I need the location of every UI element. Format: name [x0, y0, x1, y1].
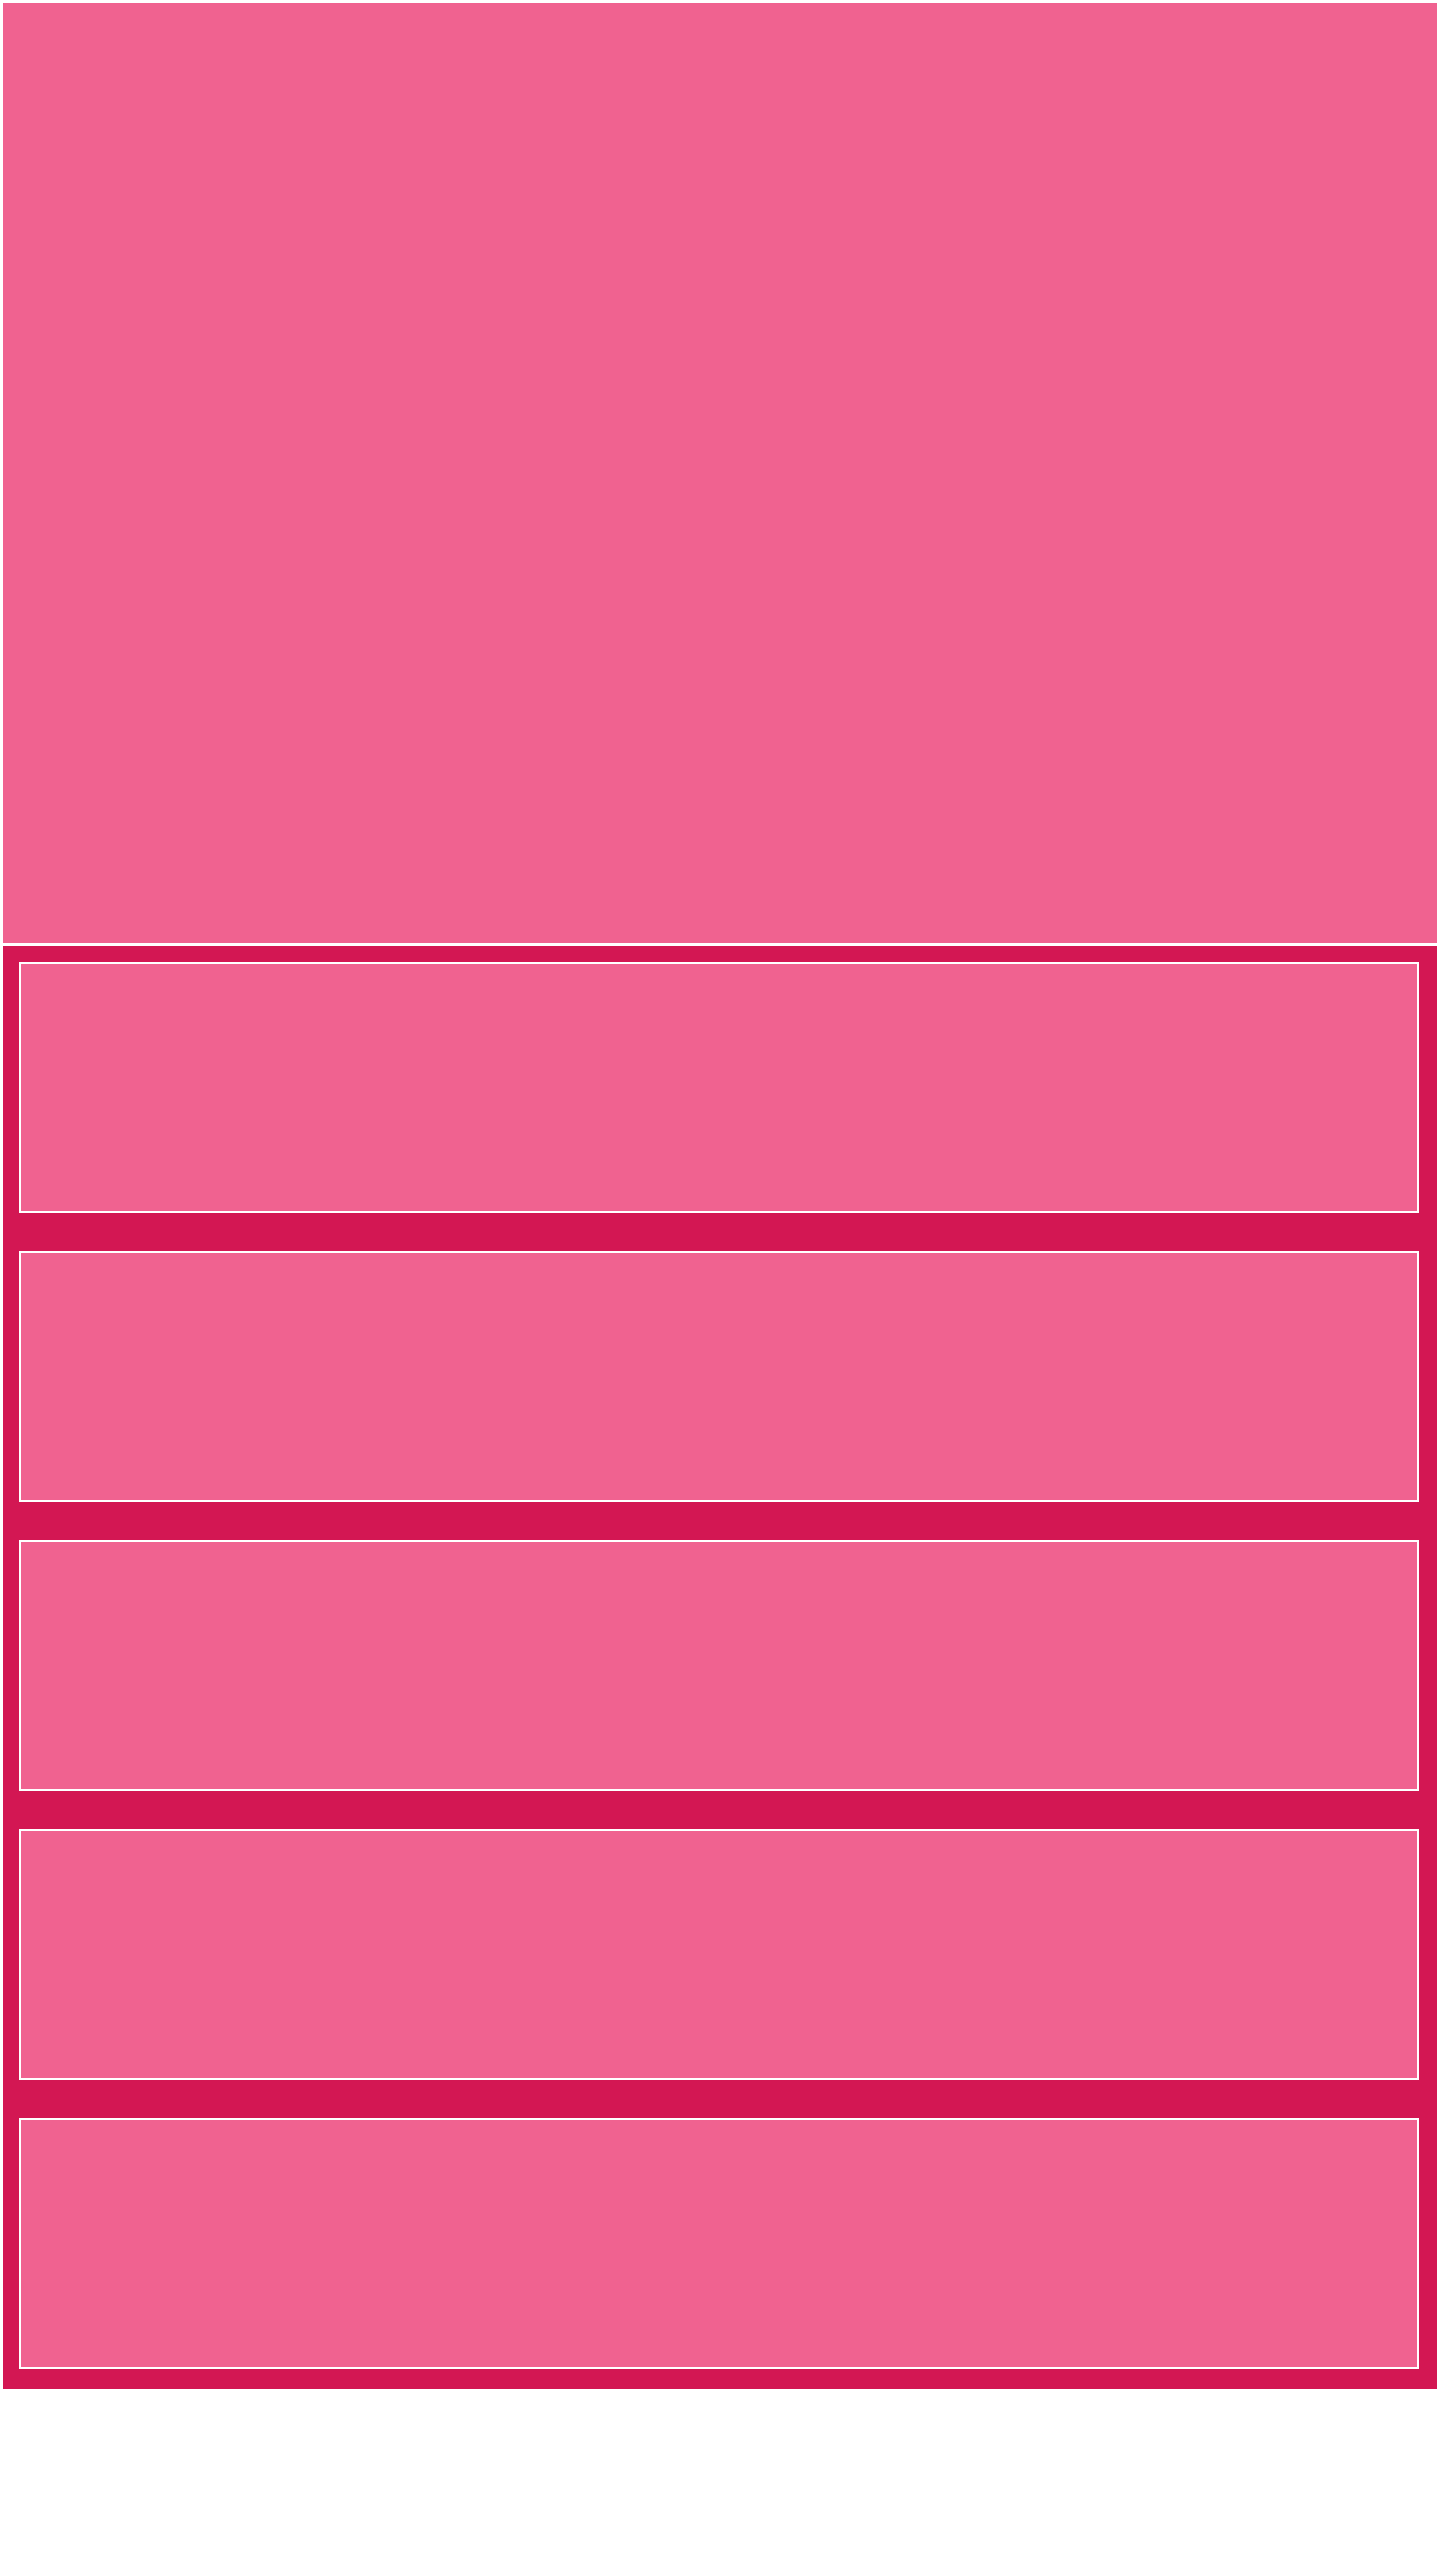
app-screen	[0, 0, 1440, 2560]
list-card-2[interactable]	[19, 1251, 1419, 1502]
list-card-3[interactable]	[19, 1540, 1419, 1791]
card-list	[3, 946, 1437, 2389]
list-card-4[interactable]	[19, 1829, 1419, 2080]
hero-banner	[3, 3, 1437, 943]
list-card-1[interactable]	[19, 962, 1419, 1213]
list-card-5[interactable]	[19, 2118, 1419, 2369]
